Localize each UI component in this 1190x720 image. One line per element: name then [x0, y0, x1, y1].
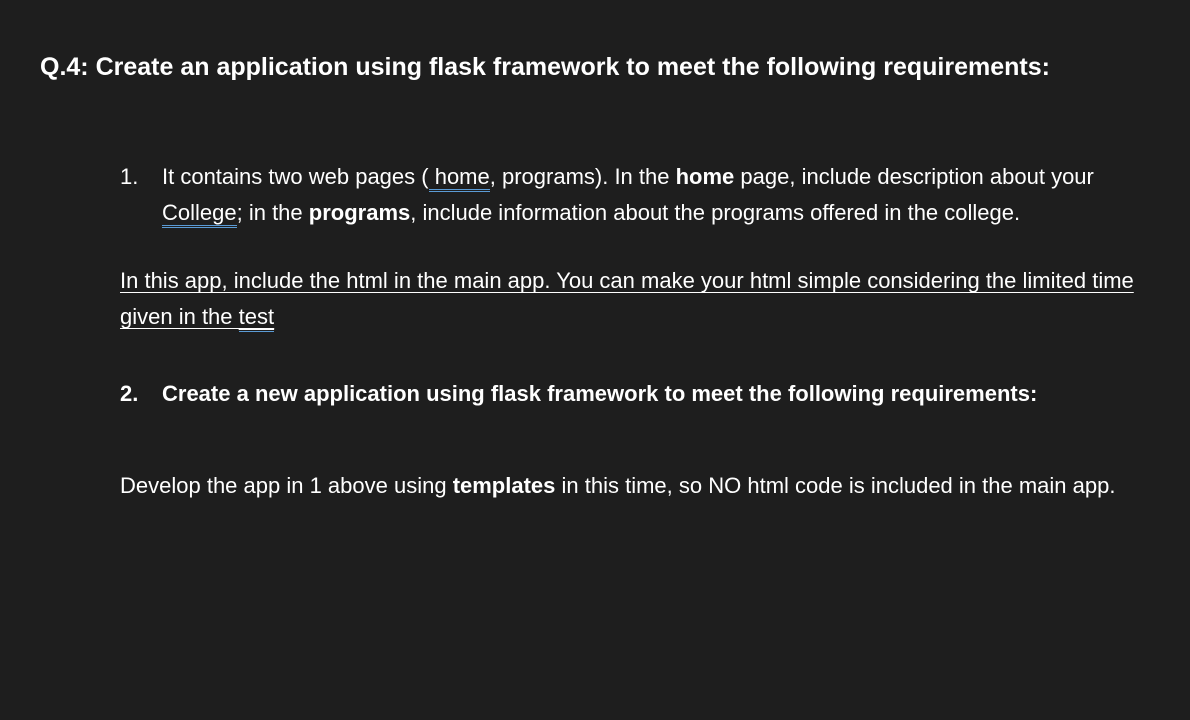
question-number: Q.4:: [40, 53, 96, 81]
document-page: Q.4: Create an application using flask f…: [0, 0, 1190, 534]
home-bold: home: [676, 164, 735, 189]
note-paragraph: In this app, include the html in the mai…: [120, 263, 1150, 336]
text: ; in the: [237, 200, 309, 225]
text: , programs). In the: [490, 164, 676, 189]
test-underlined: test: [239, 304, 274, 332]
question-body: 1. It contains two web pages ( home, pro…: [40, 159, 1150, 505]
question-title: Create an application using flask framew…: [96, 53, 1050, 81]
college-underlined: College: [162, 200, 237, 228]
list-number-2: 2.: [120, 376, 162, 412]
home-underlined: home: [429, 164, 490, 192]
text: in this time, so NO html code is include…: [555, 473, 1115, 498]
list-item-1: 1. It contains two web pages ( home, pro…: [120, 159, 1150, 232]
text: , include information about the programs…: [410, 200, 1020, 225]
question-heading: Q.4: Create an application using flask f…: [40, 46, 1150, 89]
text: It contains two web pages (: [162, 164, 429, 189]
followup-paragraph: Develop the app in 1 above using templat…: [120, 468, 1150, 504]
list-item-2: 2. Create a new application using flask …: [120, 376, 1150, 412]
templates-bold: templates: [453, 473, 556, 498]
list-body-1: It contains two web pages ( home, progra…: [162, 159, 1150, 232]
list-body-2: Create a new application using flask fra…: [162, 376, 1150, 412]
list-number-1: 1.: [120, 159, 162, 232]
programs-bold: programs: [309, 200, 410, 225]
text: Develop the app in 1 above using: [120, 473, 453, 498]
text: page, include description about your: [734, 164, 1094, 189]
